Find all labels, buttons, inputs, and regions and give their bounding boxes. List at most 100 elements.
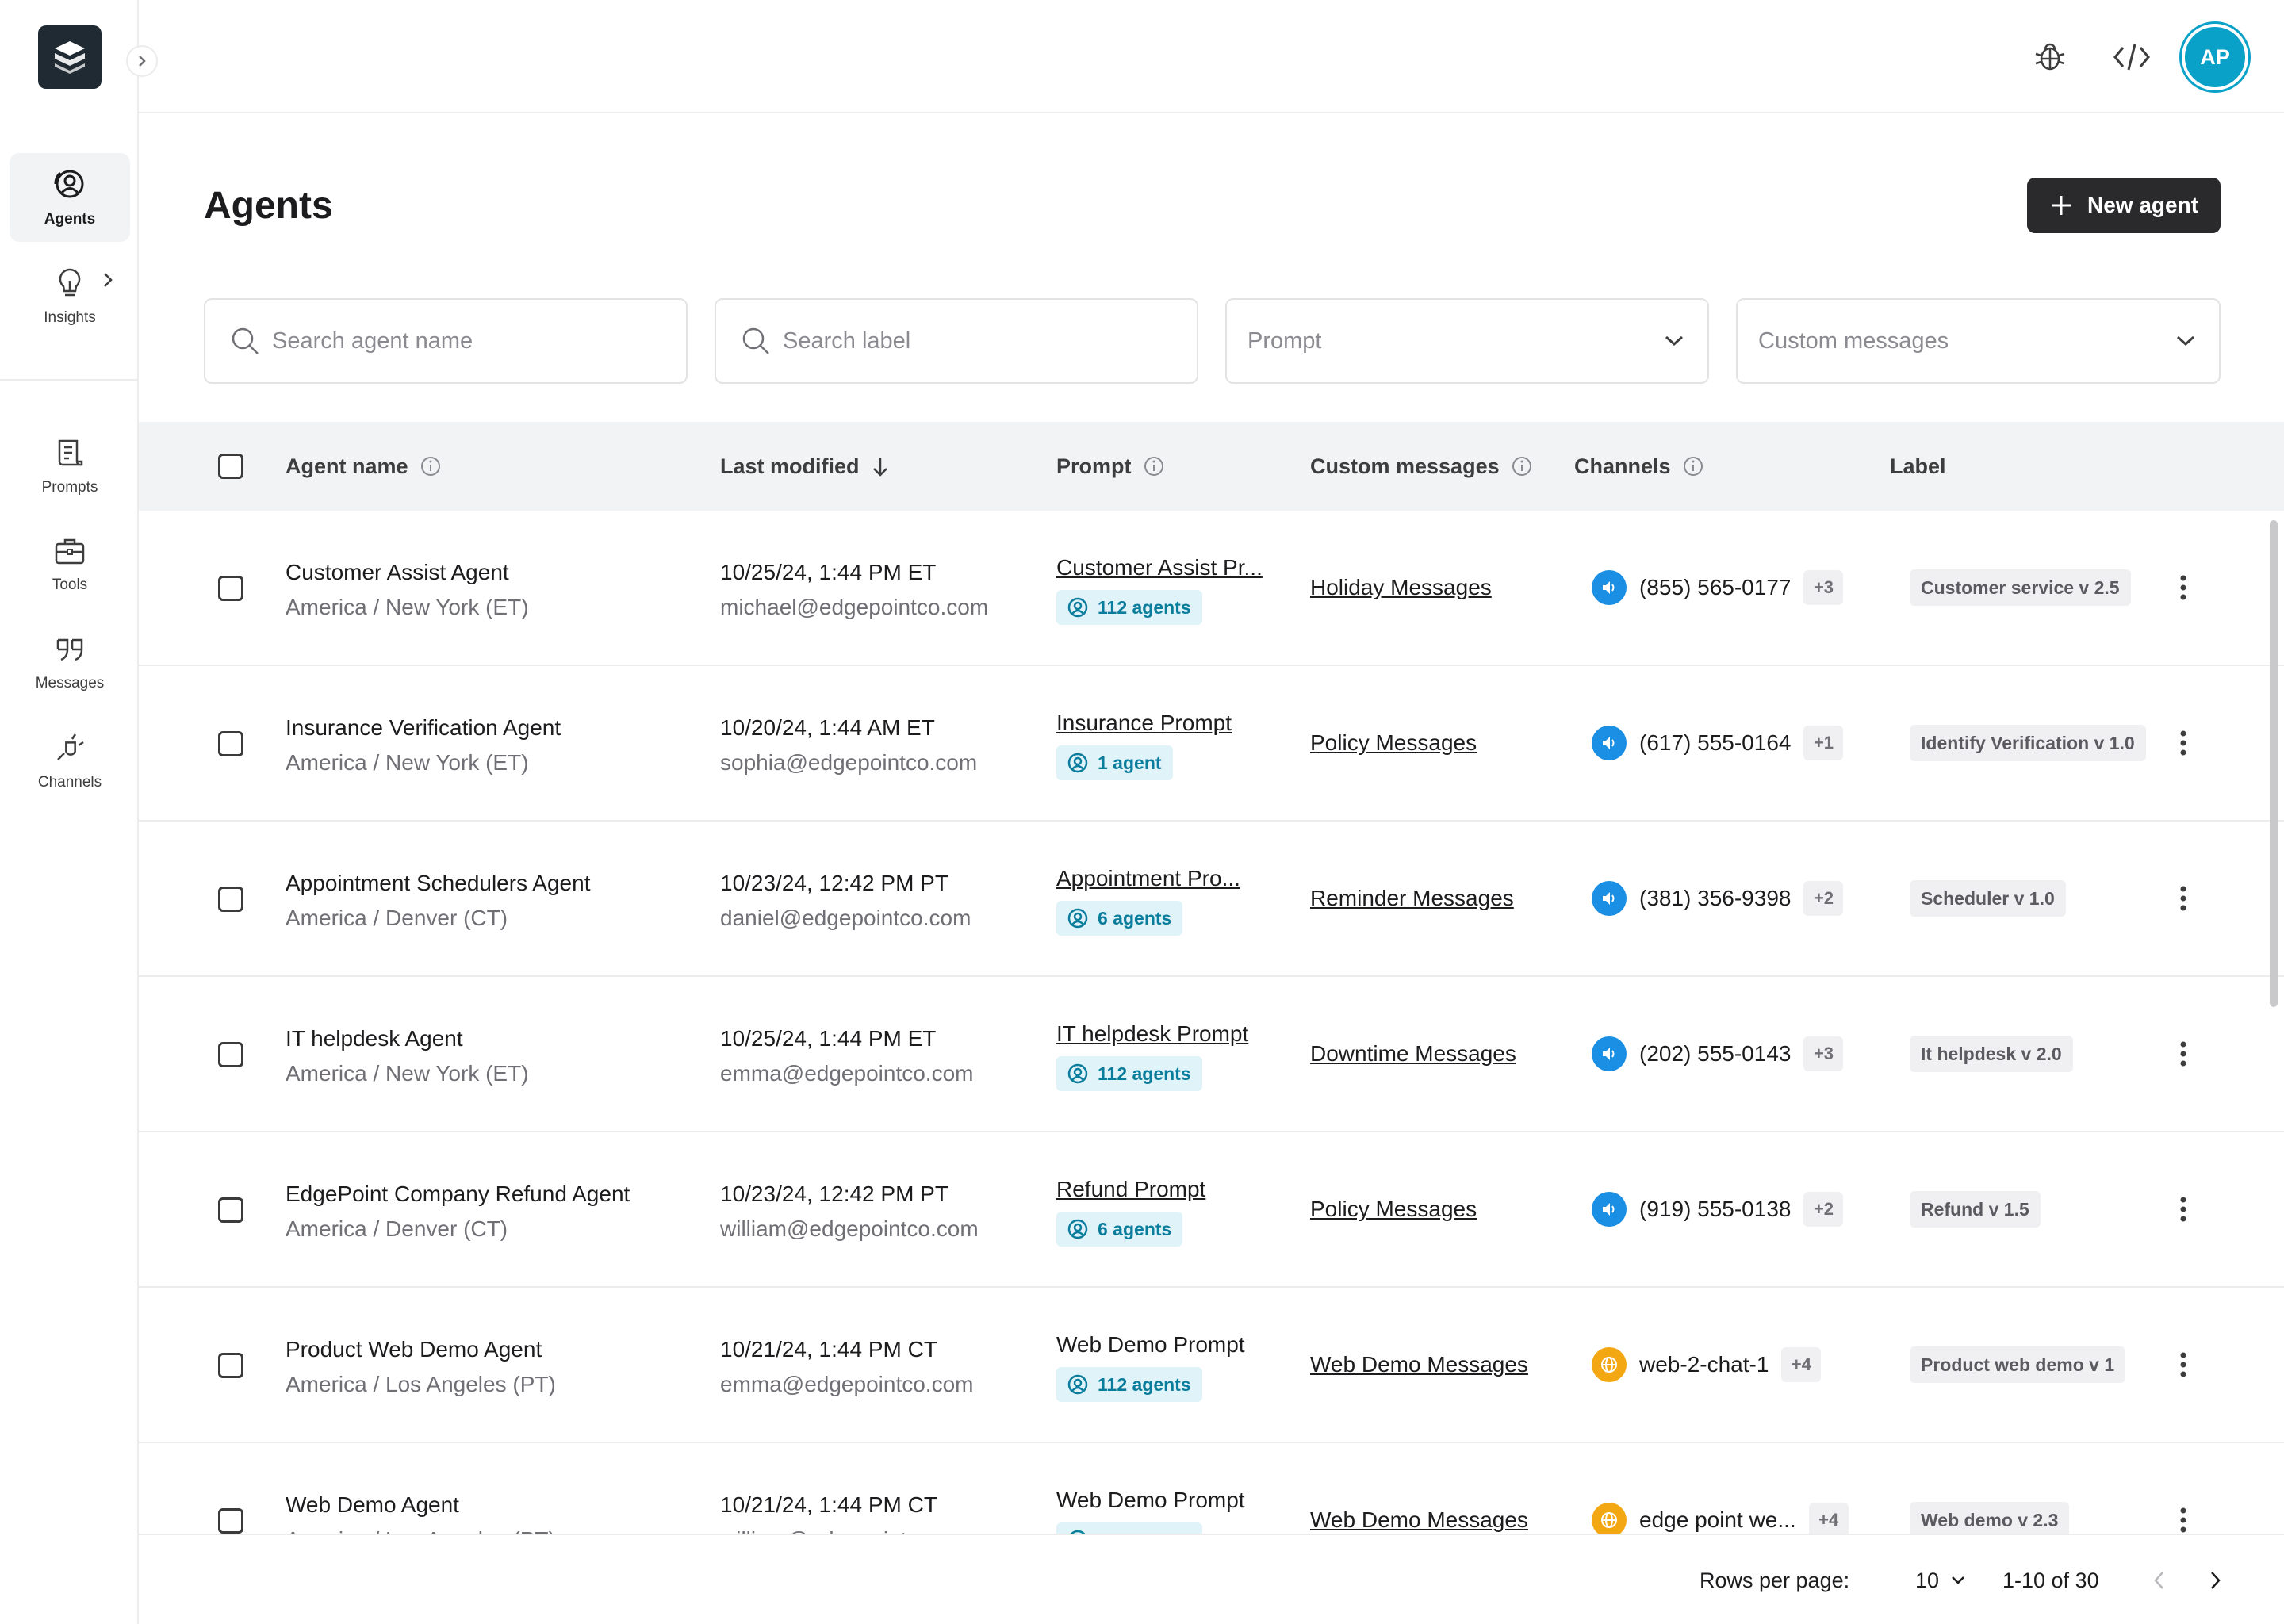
sidebar-item-insights[interactable]: Insights	[10, 252, 130, 341]
table-row[interactable]: Appointment Schedulers Agent America / De…	[139, 822, 2284, 977]
row-actions-button[interactable]	[2179, 511, 2188, 665]
search-agent-name-input[interactable]: Search agent name	[204, 298, 688, 384]
more-vertical-icon	[2180, 886, 2186, 911]
row-actions-button[interactable]	[2179, 1288, 2188, 1442]
custom-messages-link[interactable]: Web Demo Messages	[1310, 1507, 1528, 1533]
column-custom-messages[interactable]: Custom messages	[1310, 422, 1533, 511]
agent-name[interactable]: Customer Assist Agent	[286, 555, 529, 590]
chevron-down-icon	[1665, 335, 1684, 347]
info-icon[interactable]	[420, 455, 442, 477]
label-badge: Refund v 1.5	[1910, 1191, 2041, 1228]
agent-timezone: America / New York (ET)	[286, 595, 529, 619]
search-label-input[interactable]: Search label	[715, 298, 1198, 384]
more-channels-badge[interactable]: +3	[1803, 1036, 1844, 1071]
table-row[interactable]: Customer Assist Agent America / New York …	[139, 511, 2284, 666]
more-channels-badge[interactable]: +4	[1781, 1347, 1822, 1382]
more-channels-badge[interactable]: +1	[1803, 726, 1844, 760]
row-checkbox[interactable]	[218, 1042, 243, 1067]
column-prompt[interactable]: Prompt	[1056, 422, 1165, 511]
custom-messages-link[interactable]: Web Demo Messages	[1310, 1352, 1528, 1377]
prev-page-button[interactable]	[2152, 1535, 2167, 1624]
label-cell: Refund v 1.5	[1910, 1132, 2041, 1286]
more-channels-badge[interactable]: +2	[1803, 881, 1844, 916]
prompt-link[interactable]: Appointment Pro...	[1056, 861, 1240, 896]
agents-count-badge[interactable]: 6 agents	[1056, 901, 1183, 936]
agent-name[interactable]: Insurance Verification Agent	[286, 710, 561, 745]
column-agent-name[interactable]: Agent name	[286, 422, 442, 511]
app-logo[interactable]	[38, 25, 102, 89]
prompt-link[interactable]: IT helpdesk Prompt	[1056, 1017, 1248, 1051]
row-actions-button[interactable]	[2179, 1132, 2188, 1286]
user-avatar[interactable]: AP	[2182, 24, 2248, 90]
new-agent-button[interactable]: New agent	[2027, 178, 2221, 233]
sidebar-collapse-button[interactable]	[126, 45, 158, 77]
row-checkbox[interactable]	[218, 576, 243, 601]
info-icon[interactable]	[1511, 455, 1533, 477]
row-checkbox[interactable]	[218, 1353, 243, 1378]
agents-count-badge[interactable]: 6 agents	[1056, 1212, 1183, 1247]
prompt-select[interactable]: Prompt	[1225, 298, 1709, 384]
agents-count-badge[interactable]: 112 agents	[1056, 590, 1202, 625]
row-actions-button[interactable]	[2179, 977, 2188, 1131]
sidebar-item-messages[interactable]: Messages	[10, 619, 130, 707]
row-actions-button[interactable]	[2179, 822, 2188, 975]
agent-name[interactable]: Appointment Schedulers Agent	[286, 866, 590, 901]
column-label[interactable]: Label	[1890, 422, 1946, 511]
top-bar: AP	[139, 0, 2284, 113]
agents-count-badge[interactable]: 112 agents	[1056, 1367, 1202, 1402]
speaker-icon	[1603, 1048, 1615, 1060]
agents-count-badge[interactable]: 112 agents	[1056, 1056, 1202, 1091]
custom-messages-link[interactable]: Holiday Messages	[1310, 575, 1492, 600]
table-row[interactable]: Product Web Demo Agent America / Los Ange…	[139, 1288, 2284, 1443]
prompt-link[interactable]: Customer Assist Pr...	[1056, 550, 1263, 585]
sidebar-item-prompts[interactable]: Prompts	[10, 422, 130, 511]
sort-down-arrow-icon[interactable]	[871, 454, 890, 478]
row-checkbox[interactable]	[218, 731, 243, 756]
more-channels-badge[interactable]: +3	[1803, 570, 1844, 605]
chevron-right-icon[interactable]	[100, 271, 116, 289]
table-row[interactable]: Insurance Verification Agent America / Ne…	[139, 666, 2284, 822]
more-channels-badge[interactable]: +4	[1808, 1503, 1849, 1538]
prompt-link[interactable]: Insurance Prompt	[1056, 706, 1232, 741]
prompt-link[interactable]: Refund Prompt	[1056, 1172, 1205, 1207]
info-icon[interactable]	[1143, 455, 1165, 477]
agent-name[interactable]: Web Demo Agent	[286, 1488, 556, 1522]
row-actions-button[interactable]	[2179, 666, 2188, 820]
modified-by-email: michael@edgepointco.com	[720, 595, 989, 619]
custom-messages-link[interactable]: Reminder Messages	[1310, 886, 1514, 911]
sidebar-item-tools[interactable]: Tools	[10, 520, 130, 609]
agent-name[interactable]: Product Web Demo Agent	[286, 1332, 556, 1367]
more-vertical-icon	[2180, 1507, 2186, 1533]
agents-icon	[1067, 908, 1088, 929]
bug-button[interactable]	[2028, 35, 2072, 79]
agents-count-badge[interactable]: 1 agent	[1056, 745, 1173, 780]
agent-timezone: America / New York (ET)	[286, 1061, 529, 1086]
channel-value: web-2-chat-1	[1639, 1352, 1769, 1377]
custom-messages-select[interactable]: Custom messages	[1736, 298, 2221, 384]
code-button[interactable]	[2110, 35, 2154, 79]
agent-name[interactable]: EdgePoint Company Refund Agent	[286, 1177, 630, 1212]
agent-name[interactable]: IT helpdesk Agent	[286, 1021, 529, 1056]
agent-name-cell: EdgePoint Company Refund Agent America / …	[286, 1177, 630, 1247]
sidebar-item-agents[interactable]: Agents	[10, 153, 130, 242]
table-row[interactable]: IT helpdesk Agent America / New York (ET)…	[139, 977, 2284, 1132]
table-scrollbar[interactable]	[2270, 520, 2278, 1007]
agent-name-cell: Insurance Verification Agent America / Ne…	[286, 710, 561, 780]
select-all-checkbox[interactable]	[218, 454, 243, 479]
row-checkbox[interactable]	[218, 1197, 243, 1223]
quote-icon	[56, 638, 83, 661]
column-last-modified[interactable]: Last modified	[720, 422, 890, 511]
next-page-button[interactable]	[2207, 1535, 2223, 1624]
row-checkbox[interactable]	[218, 887, 243, 912]
sidebar-item-channels[interactable]: Channels	[10, 717, 130, 806]
info-icon[interactable]	[1682, 455, 1704, 477]
custom-messages-link[interactable]: Downtime Messages	[1310, 1041, 1516, 1067]
rows-per-page-select[interactable]: 10	[1915, 1535, 1966, 1624]
more-channels-badge[interactable]: +2	[1803, 1192, 1844, 1227]
column-channels[interactable]: Channels	[1574, 422, 1704, 511]
custom-messages-link[interactable]: Policy Messages	[1310, 730, 1477, 756]
table-row[interactable]: EdgePoint Company Refund Agent America / …	[139, 1132, 2284, 1288]
row-checkbox[interactable]	[218, 1508, 243, 1534]
custom-messages-link[interactable]: Policy Messages	[1310, 1197, 1477, 1222]
prompt-link: Web Demo Prompt	[1056, 1488, 1245, 1512]
